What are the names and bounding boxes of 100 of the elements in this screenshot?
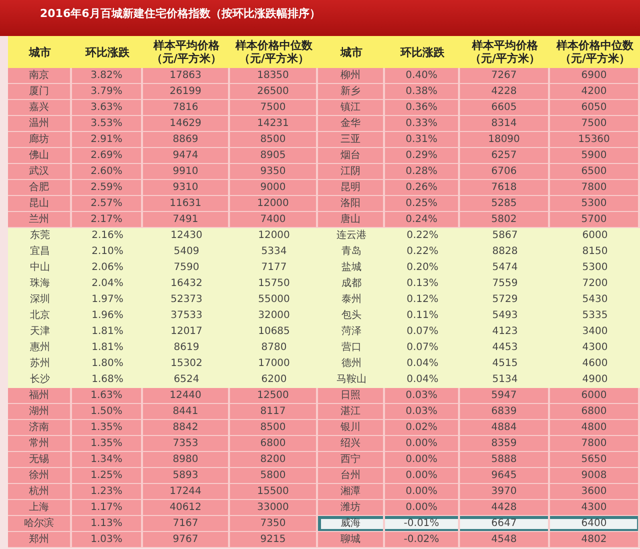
table-cell-text: 4900 xyxy=(581,373,609,387)
table-cell-text: 7177 xyxy=(260,261,288,275)
table-cell-text: 15302 xyxy=(170,357,204,371)
table-cell-text: 北京 xyxy=(29,308,51,323)
column-header: 城市 xyxy=(29,46,51,58)
column-header: 样本价格中位数 xyxy=(236,39,312,52)
table-cell-text: 长沙 xyxy=(29,372,51,387)
column-header: 城市 xyxy=(340,46,362,58)
table-cell-text: 5409 xyxy=(172,245,200,259)
table-cell-text: 5335 xyxy=(581,309,609,323)
table-cell-text: 2.06% xyxy=(90,261,124,275)
table-cell: 4802 xyxy=(550,532,640,548)
table-cell-text: 4300 xyxy=(581,341,609,355)
table-cell-text: 8828 xyxy=(491,245,519,259)
table-cell-text: 深圳 xyxy=(29,292,51,307)
table-cell: 郑州 xyxy=(8,532,72,548)
table-cell-text: 8619 xyxy=(172,341,200,355)
table-cell-text: 菏泽 xyxy=(340,324,362,339)
table-cell-text: 12000 xyxy=(257,229,291,243)
table-cell-text: 1.97% xyxy=(90,293,124,307)
table-cell-text: 惠州 xyxy=(29,340,51,355)
column-unit: （元/平方米） xyxy=(151,52,222,65)
table-cell-text: 包头 xyxy=(340,308,362,323)
table-cell-text: 德州 xyxy=(340,356,362,371)
table-cell-text: 盐城 xyxy=(340,260,362,275)
table-cell-text: 0.22% xyxy=(406,245,440,259)
title-bar: 2016年6月百城新建住宅价格指数（按环比涨跌幅排序） xyxy=(0,0,640,36)
table-cell: 聊城 xyxy=(318,532,385,548)
table-cell-text: 苏州 xyxy=(29,356,51,371)
table-cell-text: 连云港 xyxy=(336,228,368,243)
table-cell-text: 12430 xyxy=(170,229,204,243)
table-cell-text: 0.22% xyxy=(406,229,440,243)
table-cell-text: 青岛 xyxy=(340,244,362,259)
table-cell-text: 1.68% xyxy=(90,373,124,387)
table-cell-text: 6200 xyxy=(260,373,288,387)
table-cell-text: 5300 xyxy=(581,261,609,275)
table-cell-text: 2.04% xyxy=(90,277,124,291)
table-cell-text: 泰州 xyxy=(340,292,362,307)
table-cell-text: 52373 xyxy=(170,293,204,307)
table-cell-text: 珠海 xyxy=(29,276,51,291)
table-cell-text: 55000 xyxy=(257,293,291,307)
column-header: 样本平均价格 xyxy=(154,39,220,52)
table-cell-text: 5474 xyxy=(491,261,519,275)
column-unit: （元/平方米） xyxy=(238,52,310,65)
table-cell-text: 6524 xyxy=(172,373,200,387)
table-cell-text: 32000 xyxy=(257,309,291,323)
column-header: 环比涨跌 xyxy=(400,46,444,58)
table-cell-text: 0.04% xyxy=(406,373,440,387)
table-cell-text: 7200 xyxy=(581,277,609,291)
table-cell-text: 4600 xyxy=(581,357,609,371)
table-cell-text: 6000 xyxy=(581,229,609,243)
table-cell-text: 7590 xyxy=(172,261,200,275)
table-cell-text: 0.11% xyxy=(406,309,440,323)
table-cell-text: 3400 xyxy=(581,325,609,339)
table-cell-text: 5134 xyxy=(491,373,519,387)
table-cell-text: 4515 xyxy=(491,357,519,371)
table-cell-text: 15750 xyxy=(257,277,291,291)
table-cell-text: 2.16% xyxy=(90,229,124,243)
table-cell-text: 4123 xyxy=(491,325,519,339)
table-cell-text: 8780 xyxy=(260,341,288,355)
column-header: 环比涨跌 xyxy=(86,46,130,58)
table-cell-text: 5867 xyxy=(491,229,519,243)
table-cell-text: 17000 xyxy=(257,357,291,371)
table-cell-text: 0.13% xyxy=(406,277,440,291)
table-cell-text: 5334 xyxy=(260,245,288,259)
table-cell-text: 成都 xyxy=(340,276,362,291)
table-cell-text: 2.10% xyxy=(90,245,124,259)
column-header: 样本平均价格 xyxy=(472,39,538,52)
table-cell-text: 4453 xyxy=(491,341,519,355)
table-cell-text: 中山 xyxy=(29,260,51,275)
table-cell-text: 37533 xyxy=(170,309,204,323)
table-cell-text: 0.20% xyxy=(406,261,440,275)
table-cell-text: 宜昌 xyxy=(29,244,51,259)
table-cell-text: 7559 xyxy=(491,277,519,291)
table-cell-text: 0.07% xyxy=(406,341,440,355)
table-cell-text: 1.81% xyxy=(90,325,124,339)
table-cell: -0.02% xyxy=(385,532,460,548)
table-cell-text: 16432 xyxy=(170,277,204,291)
table-cell-text: 1.81% xyxy=(90,341,124,355)
table-cell-text: 5430 xyxy=(581,293,609,307)
table-cell: 9767 xyxy=(143,532,230,548)
table-cell-text: 5729 xyxy=(491,293,519,307)
table-cell-text: 0.12% xyxy=(406,293,440,307)
table-cell-text: 0.04% xyxy=(406,357,440,371)
table-cell: 4548 xyxy=(460,532,550,548)
table-cell-text: 马鞍山 xyxy=(336,372,368,387)
column-unit: （元/平方米） xyxy=(470,52,540,65)
table-cell-text: 营口 xyxy=(340,340,362,355)
table-cell-text: 天津 xyxy=(29,324,51,339)
table-cell-text: 东莞 xyxy=(29,228,51,243)
table-cell-text: 8150 xyxy=(581,245,609,259)
table-cell-text: 5493 xyxy=(491,309,519,323)
table-cell-text: 0.07% xyxy=(406,325,440,339)
column-unit: （元/平方米） xyxy=(560,52,630,65)
table-cell-text: 12017 xyxy=(170,325,204,339)
table-cell-text: 1.80% xyxy=(90,357,124,371)
column-header: 样本价格中位数 xyxy=(556,39,634,52)
table-cell-text: 10685 xyxy=(257,325,291,339)
table-cell-text: 1.96% xyxy=(90,309,124,323)
table-cell: 1.03% xyxy=(72,532,143,548)
